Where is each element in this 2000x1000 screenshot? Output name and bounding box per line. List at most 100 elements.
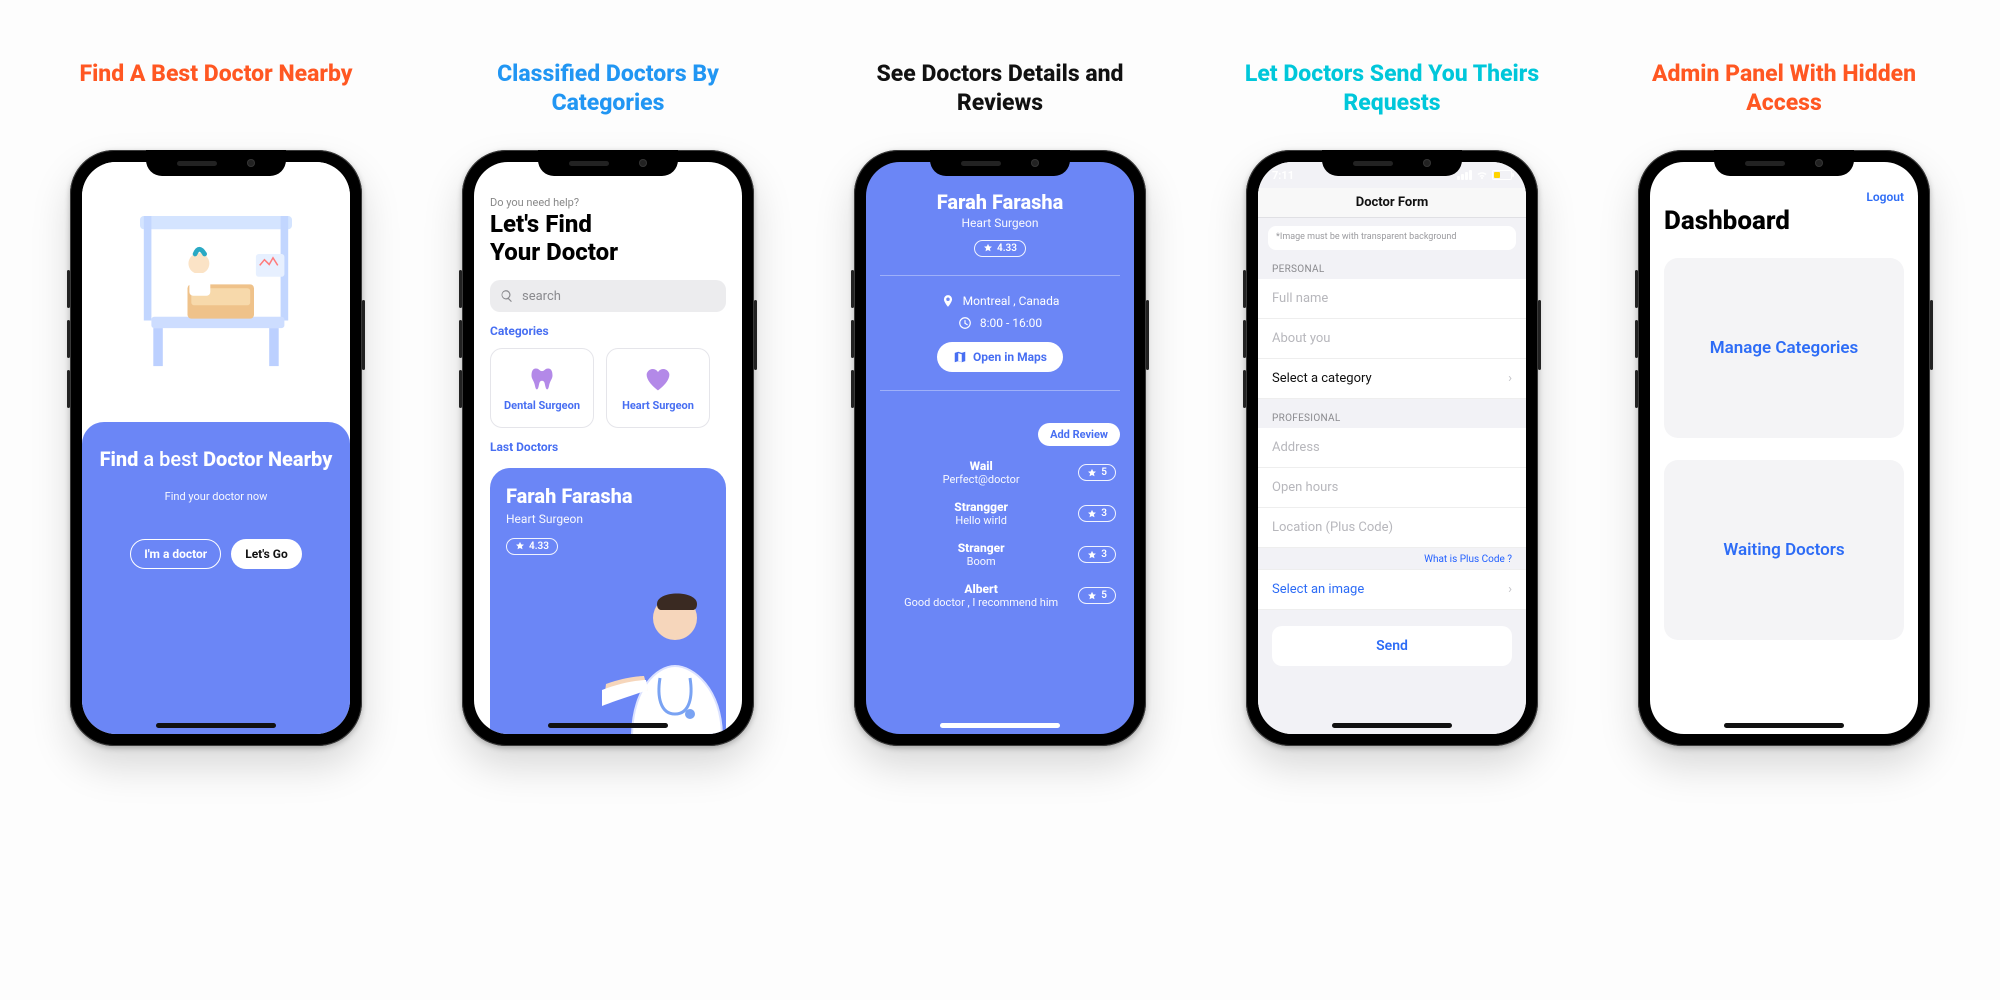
section-last-doctors: Last Doctors [490,440,726,454]
star-icon [1087,509,1097,519]
send-button[interactable]: Send [1272,626,1512,666]
review-item: AlbertGood doctor , I recommend him 5 [880,575,1120,616]
map-pin-icon [941,294,955,308]
screen-4: 7:11 Doctor Form *Image must be with tra… [1258,162,1526,734]
rating-value: 4.33 [997,243,1017,254]
page-title: Let's Find Your Doctor [490,211,726,266]
col-5: Admin Panel With Hidden Access Logout Da… [1598,60,1970,746]
tooth-icon [528,365,556,393]
address-field[interactable]: Address [1258,428,1526,468]
wifi-icon [1476,169,1488,181]
doctor-photo [602,568,726,734]
onboarding-subtitle: Find your doctor now [98,490,334,503]
caption-1: Find A Best Doctor Nearby [79,60,352,120]
review-item: StrangerBoom 3 [880,534,1120,575]
section-professional: PROFESIONAL [1258,399,1526,428]
hours-field[interactable]: Open hours [1258,468,1526,508]
heart-icon [644,365,672,393]
t2: a best [143,447,198,471]
category-label: Heart Surgeon [622,399,694,412]
t3: Doctor Nearby [203,447,332,471]
notch [146,150,286,176]
t1: Find [100,447,139,471]
doctor-role: Heart Surgeon [506,512,710,526]
about-field[interactable]: About you [1258,319,1526,359]
showcase-row: Find A Best Doctor Nearby [0,0,2000,746]
nav-title: Doctor Form [1258,188,1526,218]
phone-frame: Find a best Doctor Nearby Find your doct… [70,150,362,746]
caption-5: Admin Panel With Hidden Access [1624,60,1944,120]
doctor-desk-icon [121,197,311,387]
status-bar: 7:11 [1258,162,1526,188]
lets-go-button[interactable]: Let's Go [231,539,302,569]
screen-2: Do you need help? Let's Find Your Doctor… [474,162,742,734]
select-category[interactable]: Select a category› [1258,359,1526,399]
review-rating: 3 [1078,546,1116,563]
phone-frame: Do you need help? Let's Find Your Doctor… [462,150,754,746]
star-icon [983,243,993,253]
col-2: Classified Doctors By Categories Do you … [422,60,794,746]
reviews-list: WailPerfect@doctor 5 StranggerHello wirl… [880,452,1120,616]
select-image[interactable]: Select an image› [1258,569,1526,610]
home-indicator [940,723,1060,728]
chevron-right-icon: › [1508,582,1512,597]
home-indicator [548,723,668,728]
location-row: Montreal , Canada [880,294,1120,308]
review-rating: 3 [1078,505,1116,522]
search-icon [500,289,514,303]
review-item: StranggerHello wirld 3 [880,493,1120,534]
waiting-doctors-card[interactable]: Waiting Doctors [1664,460,1904,640]
home-indicator [156,723,276,728]
notch [538,150,678,176]
notch [1714,150,1854,176]
caption-2: Classified Doctors By Categories [448,60,768,120]
screen-1: Find a best Doctor Nearby Find your doct… [82,162,350,734]
image-hint: *Image must be with transparent backgrou… [1268,226,1516,250]
search-placeholder: search [522,289,561,304]
manage-categories-card[interactable]: Manage Categories [1664,258,1904,438]
category-dental-surgeon[interactable]: Dental Surgeon [490,348,594,428]
col-1: Find A Best Doctor Nearby [30,60,402,746]
rating-badge: 4.33 [506,538,558,555]
col-4: Let Doctors Send You Theirs Requests 7:1… [1206,60,1578,746]
caption-3: See Doctors Details and Reviews [840,60,1160,120]
section-personal: PERSONAL [1258,250,1526,279]
signal-icon [1457,170,1472,180]
review-rating: 5 [1078,587,1116,604]
doctor-name: Farah Farasha [506,484,710,508]
doctor-name: Farah Farasha [880,190,1120,214]
review-rating: 5 [1078,464,1116,481]
screen-5: Logout Dashboard Manage Categories Waiti… [1650,162,1918,734]
open maps-button[interactable]: Open in Maps [937,342,1063,372]
section-categories: Categories [490,324,726,338]
col-3: See Doctors Details and Reviews Farah Fa… [814,60,1186,746]
location-field[interactable]: Location (Plus Code) [1258,508,1526,548]
star-icon [515,541,525,551]
star-icon [1087,591,1097,601]
hours-text: 8:00 - 16:00 [980,316,1042,330]
im-a-doctor-button[interactable]: I'm a doctor [130,539,221,569]
open-maps-label: Open in Maps [973,350,1047,364]
plus-code-link[interactable]: What is Plus Code ? [1258,548,1526,569]
rating-badge: 4.33 [974,240,1026,257]
rating-value: 4.33 [529,541,549,552]
category-label: Dental Surgeon [504,399,580,412]
home-indicator [1724,723,1844,728]
logout-button[interactable]: Logout [1866,190,1904,204]
phone-frame: 7:11 Doctor Form *Image must be with tra… [1246,150,1538,746]
chevron-right-icon: › [1508,371,1512,386]
onboarding-actions: I'm a doctor Let's Go [98,539,334,569]
help-label: Do you need help? [490,196,726,209]
fullname-field[interactable]: Full name [1258,279,1526,319]
map-icon [953,350,967,364]
category-heart-surgeon[interactable]: Heart Surgeon [606,348,710,428]
star-icon [1087,468,1097,478]
onboarding-card: Find a best Doctor Nearby Find your doct… [82,422,350,734]
star-icon [1087,550,1097,560]
search-input[interactable]: search [490,280,726,312]
hours-row: 8:00 - 16:00 [880,316,1120,330]
add-review-button[interactable]: Add Review [1038,423,1120,446]
notch [930,150,1070,176]
doctor-card[interactable]: Farah Farasha Heart Surgeon 4.33 [490,468,726,734]
location-text: Montreal , Canada [963,294,1060,308]
